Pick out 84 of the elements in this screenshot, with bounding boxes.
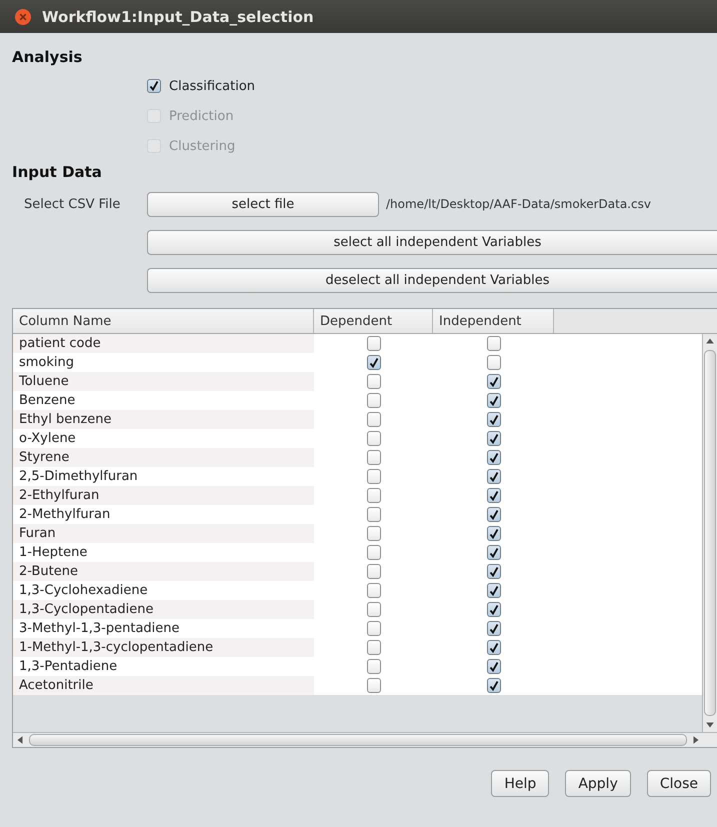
checkbox[interactable] [486,374,500,389]
checkbox[interactable] [486,621,500,636]
table-cell: Furan [13,524,314,543]
checkbox[interactable] [486,583,500,598]
checkbox[interactable] [366,393,380,408]
checkbox[interactable] [486,526,500,541]
checkbox[interactable] [366,374,380,389]
table-cell: 1-Methyl-1,3-cyclopentadiene [13,638,314,657]
table-cell-text: 3-Methyl-1,3-pentadiene [18,620,181,638]
checkbox[interactable] [486,336,500,351]
section-heading: Analysis [12,48,84,66]
horizontal-scrollbar[interactable] [13,732,717,747]
checkbox[interactable] [366,336,380,351]
checkbox[interactable] [366,507,380,522]
column-header[interactable]: Independent [433,309,554,333]
checkbox[interactable] [366,545,380,560]
checkbox-label: Clustering [169,138,236,154]
checkbox[interactable] [366,659,380,674]
table-cell: 2-Ethylfuran [13,486,314,505]
checkbox[interactable] [366,469,380,484]
table-cell: Styrene [13,448,314,467]
checkbox[interactable] [366,583,380,598]
table-cell-text: smoking [18,354,76,372]
table-cell: 1,3-Cyclopentadiene [13,600,314,619]
checkbox[interactable] [486,450,500,465]
checkbox[interactable] [486,545,500,560]
checkbox-label: Classification [169,78,256,94]
checkbox[interactable] [486,393,500,408]
scroll-up-icon[interactable] [705,336,715,346]
table-cell: 2-Butene [13,562,314,581]
vertical-scrollbar[interactable] [702,334,717,732]
table-cell-text: Benzene [18,392,76,410]
checkbox[interactable] [366,412,380,427]
checkbox[interactable] [486,355,500,370]
column-header[interactable]: Column Name [13,309,314,333]
checkbox-label: Prediction [169,108,234,124]
table-cell: Ethyl benzene [13,410,314,429]
table-cell-text: 2,5-Dimethylfuran [18,468,139,486]
table-cell: Acetonitrile [13,676,314,695]
dialog-button[interactable]: Apply [565,770,631,797]
scroll-left-icon[interactable] [15,735,25,745]
table-cell-text: 2-Methylfuran [18,506,112,524]
checkbox[interactable] [486,678,500,693]
select-all-button[interactable]: select all independent Variables [147,230,717,255]
scrollbar-thumb[interactable] [29,734,687,746]
table-cell-text: o-Xylene [18,430,77,448]
checkbox[interactable] [486,412,500,427]
checkbox[interactable] [147,79,161,93]
table-cell-text: 1,3-Pentadiene [18,658,118,676]
checkbox[interactable] [486,507,500,522]
window-title: Workflow1:Input_Data_selection [42,8,314,26]
select-file-button[interactable]: select file [147,192,379,216]
scrollbar-thumb[interactable] [704,350,716,716]
file-path: /home/lt/Desktop/AAF-Data/smokerData.csv [386,197,651,211]
scroll-down-icon[interactable] [705,720,715,730]
dialog-button[interactable]: Help [491,770,550,797]
dialog-button[interactable]: Close [646,770,711,797]
checkbox[interactable] [366,355,380,370]
checkbox[interactable] [486,640,500,655]
table-cell: Toluene [13,372,314,391]
checkbox[interactable] [366,621,380,636]
checkbox[interactable] [486,469,500,484]
close-icon[interactable] [14,8,32,26]
checkbox[interactable] [486,659,500,674]
checkbox[interactable] [486,564,500,579]
section-heading: Input Data [12,163,103,181]
table-cell: patient code [13,334,314,353]
table-cell-text: 1-Heptene [18,544,88,562]
column-header[interactable]: Dependent [314,309,433,333]
checkbox[interactable] [366,602,380,617]
checkbox[interactable] [366,488,380,503]
checkbox[interactable] [366,450,380,465]
table-cell-text: 1,3-Cyclohexadiene [18,582,149,600]
checkbox[interactable] [366,678,380,693]
checkbox[interactable] [486,431,500,446]
checkbox[interactable] [366,526,380,541]
field-label: Select CSV File [23,196,122,212]
deselect-all-button[interactable]: deselect all independent Variables [147,268,717,293]
checkbox[interactable] [366,640,380,655]
checkbox[interactable] [366,431,380,446]
scroll-right-icon[interactable] [691,735,701,745]
checkbox[interactable] [366,564,380,579]
checkbox[interactable] [486,602,500,617]
checkbox[interactable] [486,488,500,503]
